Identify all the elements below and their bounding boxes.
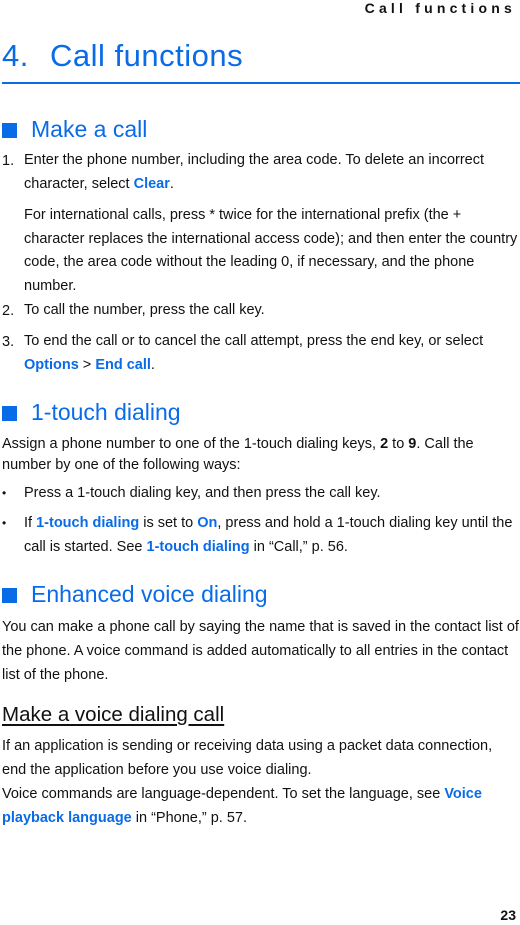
text: Enter the phone number, including the ar…	[24, 152, 485, 192]
link-clear[interactable]: Clear	[134, 176, 170, 192]
link-1-touch-dialing[interactable]: 1-touch dialing	[36, 515, 139, 531]
text: Assign a phone number to one of the 1-to…	[2, 436, 381, 452]
text: in “Call,” p. 56.	[249, 539, 348, 555]
step-1-text: Enter the phone number, including the ar…	[24, 149, 520, 196]
bullet-text: Press a 1-touch dialing key, and then pr…	[24, 485, 381, 501]
text: .	[150, 356, 155, 373]
text: in “Phone,” p. 57.	[131, 810, 248, 826]
link-on[interactable]: On	[197, 515, 217, 531]
chapter-number: 4.	[2, 38, 29, 73]
key-from: 2	[380, 436, 389, 452]
link-1-touch-dialing-ref[interactable]: 1-touch dialing	[147, 539, 250, 555]
chapter-title-text: Call functions	[50, 38, 244, 73]
section-square-icon	[2, 588, 17, 603]
step-3-text: To end the call or to cancel the call at…	[24, 330, 520, 377]
section-square-icon	[2, 406, 17, 421]
link-options[interactable]: Options	[24, 357, 79, 373]
chapter-title: 4. Call functions	[2, 38, 243, 74]
text: To end the call or to cancel the call at…	[24, 333, 484, 349]
voice-call-para-1: If an application is sending or receivin…	[2, 738, 493, 778]
step-1-international-text: For international calls, press * twice f…	[24, 207, 518, 294]
step-marker: 1.	[2, 153, 15, 169]
text: Voice commands are language-dependent. T…	[2, 786, 445, 802]
step-marker: 2.	[2, 303, 15, 319]
section-square-icon	[2, 123, 17, 138]
section-heading-enhanced-voice-dialing: Enhanced voice dialing	[2, 581, 268, 608]
step-3: 3. To end the call or to cancel the call…	[2, 330, 520, 377]
section-heading-make-a-call: Make a call	[2, 116, 147, 143]
running-header: Call functions	[364, 0, 516, 16]
bullet-icon: •	[2, 516, 7, 530]
step-2-text: To call the number, press the call key.	[24, 302, 265, 318]
one-touch-intro: Assign a phone number to one of the 1-to…	[2, 434, 520, 476]
step-1: 1. Enter the phone number, including the…	[2, 149, 520, 298]
text: >	[78, 356, 96, 373]
text: to	[388, 436, 409, 452]
text: is set to	[139, 515, 198, 531]
text: If	[24, 515, 37, 531]
subsection-heading-voice-dialing-call: Make a voice dialing call	[2, 703, 225, 726]
voice-call-para-2: Voice commands are language-dependent. T…	[2, 782, 520, 830]
bullet-item: • If 1-touch dialing is set to On, press…	[2, 511, 520, 559]
bullet-text: If 1-touch dialing is set to On, press a…	[24, 511, 520, 559]
section-heading-text: Make a call	[31, 116, 148, 142]
step-2: 2. To call the number, press the call ke…	[2, 299, 520, 323]
text: .	[169, 175, 174, 192]
step-marker: 3.	[2, 334, 15, 350]
section-heading-text: Enhanced voice dialing	[31, 581, 268, 607]
enhanced-voice-text: You can make a phone call by saying the …	[2, 619, 519, 683]
page-number: 23	[500, 907, 516, 923]
section-heading-text: 1-touch dialing	[31, 399, 181, 425]
bullet-item: • Press a 1-touch dialing key, and then …	[2, 481, 520, 505]
link-end-call[interactable]: End call	[95, 357, 151, 373]
section-heading-1-touch-dialing: 1-touch dialing	[2, 399, 181, 426]
bullet-icon: •	[2, 486, 7, 500]
chapter-divider	[2, 82, 520, 84]
